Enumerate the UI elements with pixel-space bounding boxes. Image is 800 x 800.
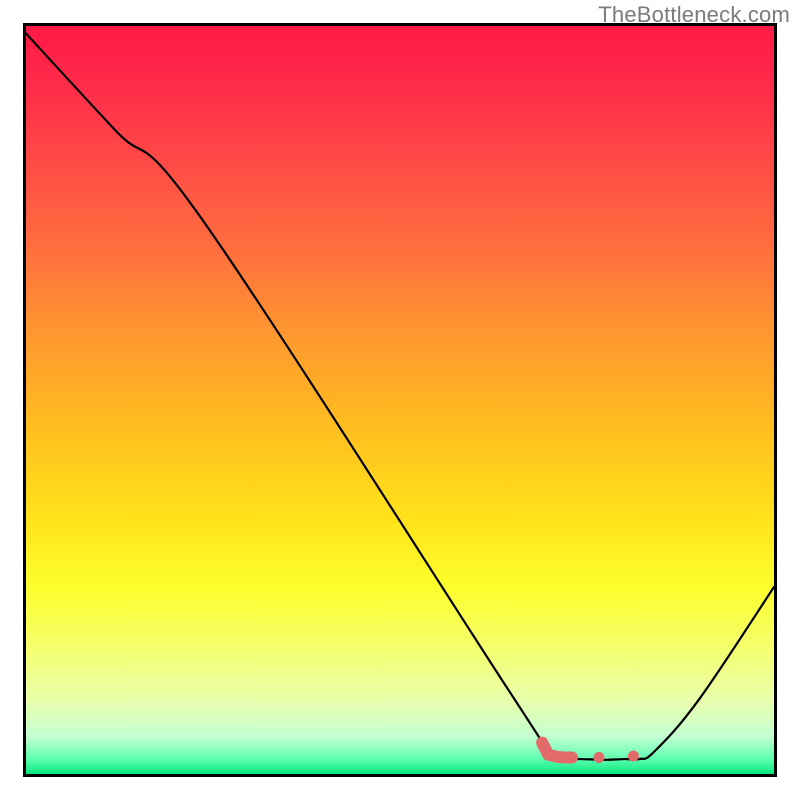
accent-run [542, 743, 572, 758]
chart-container: TheBottleneck.com [0, 0, 800, 800]
accent-dot [628, 751, 639, 762]
accent-dot [593, 752, 604, 763]
chart-svg [26, 26, 774, 774]
plot-frame [23, 23, 777, 777]
main-curve-line [26, 33, 774, 759]
